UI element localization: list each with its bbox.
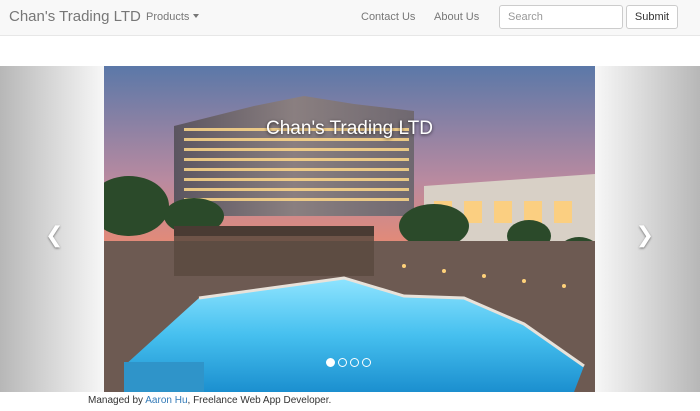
nav-contact-link[interactable]: Contact Us (361, 11, 415, 23)
footer: Managed by Aaron Hu, Freelance Web App D… (88, 395, 331, 406)
footer-suffix: , Freelance Web App Developer. (187, 395, 332, 406)
caret-down-icon (193, 14, 200, 18)
hotel-pool-image (104, 66, 595, 392)
carousel-prev-control[interactable]: ❮ (0, 66, 104, 392)
carousel-slide: Chan's Trading LTD (104, 66, 595, 392)
products-dropdown[interactable]: Products (146, 11, 200, 23)
search-input[interactable] (499, 5, 623, 29)
footer-prefix: Managed by (88, 395, 146, 406)
author-link[interactable]: Aaron Hu (145, 395, 187, 406)
carousel-caption: Chan's Trading LTD (266, 118, 433, 139)
carousel-indicator-1[interactable] (326, 358, 335, 367)
carousel-indicator-3[interactable] (350, 358, 359, 367)
products-label: Products (146, 11, 190, 23)
carousel-indicator-4[interactable] (362, 358, 371, 367)
carousel-indicator-2[interactable] (338, 358, 347, 367)
nav-about-link[interactable]: About Us (434, 11, 479, 23)
brand-link[interactable]: Chan's Trading LTD (9, 8, 141, 25)
navbar: Chan's Trading LTD Products Contact Us A… (0, 0, 700, 36)
submit-button[interactable]: Submit (626, 5, 678, 29)
carousel-next-control[interactable]: ❯ (595, 66, 700, 392)
carousel: ❮ Chan's Trading LTD ❯ (0, 66, 700, 392)
chevron-left-icon: ❮ (45, 222, 64, 247)
carousel-indicators (326, 358, 376, 368)
chevron-right-icon: ❯ (635, 222, 654, 247)
